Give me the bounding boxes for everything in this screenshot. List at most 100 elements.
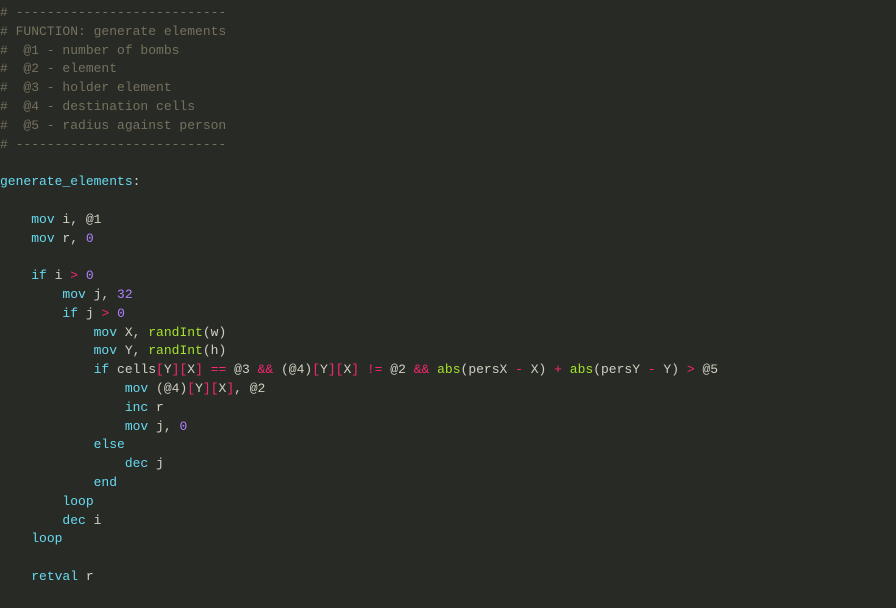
code-token: 32: [117, 287, 133, 302]
code-token: [: [156, 362, 164, 377]
code-token: dec: [125, 456, 148, 471]
code-token: [: [211, 381, 219, 396]
code-token: [203, 362, 211, 377]
code-token: [0, 569, 31, 584]
code-token: abs: [437, 362, 460, 377]
code-token: ==: [211, 362, 227, 377]
code-token: :: [133, 174, 141, 189]
code-token: r: [78, 569, 94, 584]
code-token: [0, 513, 62, 528]
code-token: +: [554, 362, 562, 377]
code-token: [0, 531, 31, 546]
code-token: mov: [94, 343, 117, 358]
code-token: , @2: [234, 381, 265, 396]
code-token: [0, 325, 94, 340]
code-token: randInt: [148, 325, 203, 340]
code-token: [0, 268, 31, 283]
code-token: j: [78, 306, 101, 321]
code-token: randInt: [148, 343, 203, 358]
code-token: X,: [117, 325, 148, 340]
code-token: 0: [117, 306, 125, 321]
code-token: >: [687, 362, 695, 377]
code-token: -: [648, 362, 656, 377]
code-token: 0: [86, 231, 94, 246]
code-token: X): [523, 362, 554, 377]
code-token: !=: [367, 362, 383, 377]
code-token: mov: [31, 231, 54, 246]
code-token: # @1 - number of bombs: [0, 43, 179, 58]
code-token: Y: [195, 381, 203, 396]
code-token: # @2 - element: [0, 61, 117, 76]
code-token: [0, 437, 94, 452]
code-token: loop: [62, 494, 93, 509]
code-token: [0, 306, 62, 321]
code-token: # @5 - radius against person: [0, 118, 226, 133]
code-token: end: [94, 475, 117, 490]
code-token: [78, 268, 86, 283]
code-token: r,: [55, 231, 86, 246]
code-token: (persY: [593, 362, 648, 377]
code-token: dec: [62, 513, 85, 528]
code-token: j,: [86, 287, 117, 302]
code-token: inc: [125, 400, 148, 415]
code-token: [: [312, 362, 320, 377]
code-token: [562, 362, 570, 377]
code-token: &&: [414, 362, 430, 377]
code-token: >: [70, 268, 78, 283]
code-token: j: [148, 456, 164, 471]
code-token: [0, 362, 94, 377]
code-token: if: [94, 362, 110, 377]
code-token: # @3 - holder element: [0, 80, 172, 95]
code-token: [0, 456, 125, 471]
code-token: [429, 362, 437, 377]
code-token: [0, 419, 125, 434]
code-token: loop: [31, 531, 62, 546]
code-token: (persX: [461, 362, 516, 377]
code-token: (w): [203, 325, 226, 340]
code-token: -: [515, 362, 523, 377]
code-token: mov: [31, 212, 54, 227]
code-token: mov: [125, 381, 148, 396]
code-token: [0, 400, 125, 415]
code-token: [0, 381, 125, 396]
code-token: [: [187, 381, 195, 396]
code-token: [0, 287, 62, 302]
code-token: else: [94, 437, 125, 452]
code-token: @3: [226, 362, 257, 377]
code-token: [0, 212, 31, 227]
code-token: [359, 362, 367, 377]
code-token: X: [187, 362, 195, 377]
code-token: retval: [31, 569, 78, 584]
code-token: i, @1: [55, 212, 102, 227]
code-token: (@4): [148, 381, 187, 396]
code-token: &&: [258, 362, 274, 377]
code-token: # ---------------------------: [0, 5, 226, 20]
code-token: cells: [109, 362, 156, 377]
code-token: @2: [382, 362, 413, 377]
code-token: 0: [86, 268, 94, 283]
code-token: ]: [351, 362, 359, 377]
code-token: if: [62, 306, 78, 321]
code-token: if: [31, 268, 47, 283]
code-token: Y): [656, 362, 687, 377]
code-token: Y: [164, 362, 172, 377]
code-token: [0, 231, 31, 246]
code-token: Y,: [117, 343, 148, 358]
code-token: generate_elements: [0, 174, 133, 189]
code-token: [109, 306, 117, 321]
code-token: j,: [148, 419, 179, 434]
code-token: ]: [203, 381, 211, 396]
code-token: i: [47, 268, 70, 283]
code-token: ]: [195, 362, 203, 377]
code-token: abs: [570, 362, 593, 377]
code-token: (h): [203, 343, 226, 358]
code-token: Y: [320, 362, 328, 377]
code-token: i: [86, 513, 102, 528]
code-token: [0, 343, 94, 358]
code-token: mov: [125, 419, 148, 434]
code-token: r: [148, 400, 164, 415]
code-block: # --------------------------- # FUNCTION…: [0, 0, 896, 587]
code-token: # @4 - destination cells: [0, 99, 195, 114]
code-token: mov: [62, 287, 85, 302]
code-token: @5: [695, 362, 718, 377]
